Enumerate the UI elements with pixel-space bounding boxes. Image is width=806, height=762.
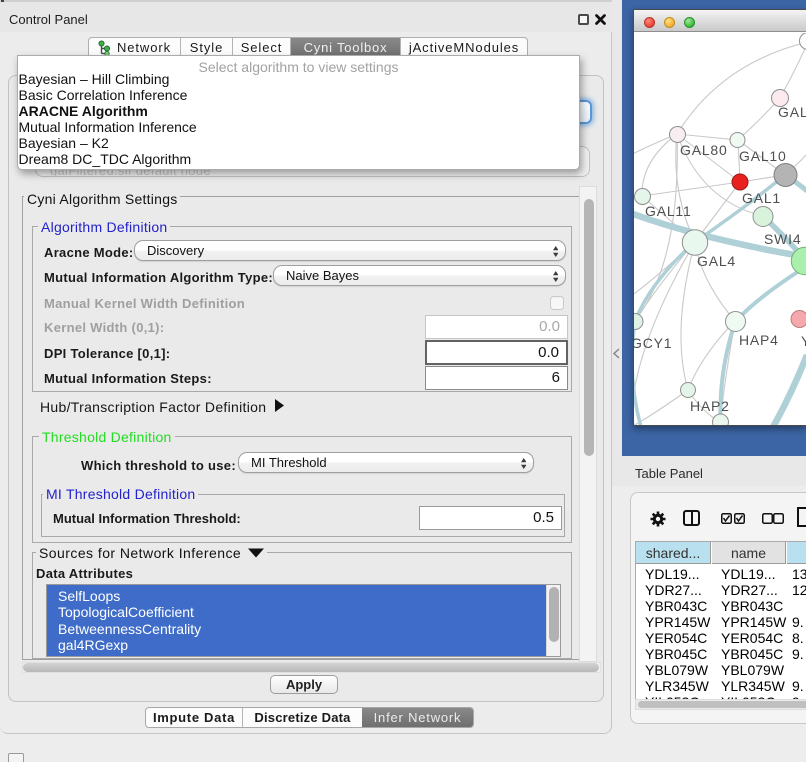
svg-text:GAL: GAL xyxy=(778,104,806,120)
svg-text:GAL4: GAL4 xyxy=(697,253,736,269)
svg-text:HAP2: HAP2 xyxy=(690,398,730,414)
svg-text:GAL1: GAL1 xyxy=(742,190,781,206)
svg-text:SWI4: SWI4 xyxy=(764,231,801,247)
svg-text:GAL11: GAL11 xyxy=(645,203,692,219)
svg-text:GCY1: GCY1 xyxy=(634,335,672,351)
svg-text:HAP4: HAP4 xyxy=(739,332,779,348)
svg-text:Y: Y xyxy=(801,333,806,349)
svg-text:GAL80: GAL80 xyxy=(680,142,728,158)
svg-text:GAL10: GAL10 xyxy=(739,148,787,164)
